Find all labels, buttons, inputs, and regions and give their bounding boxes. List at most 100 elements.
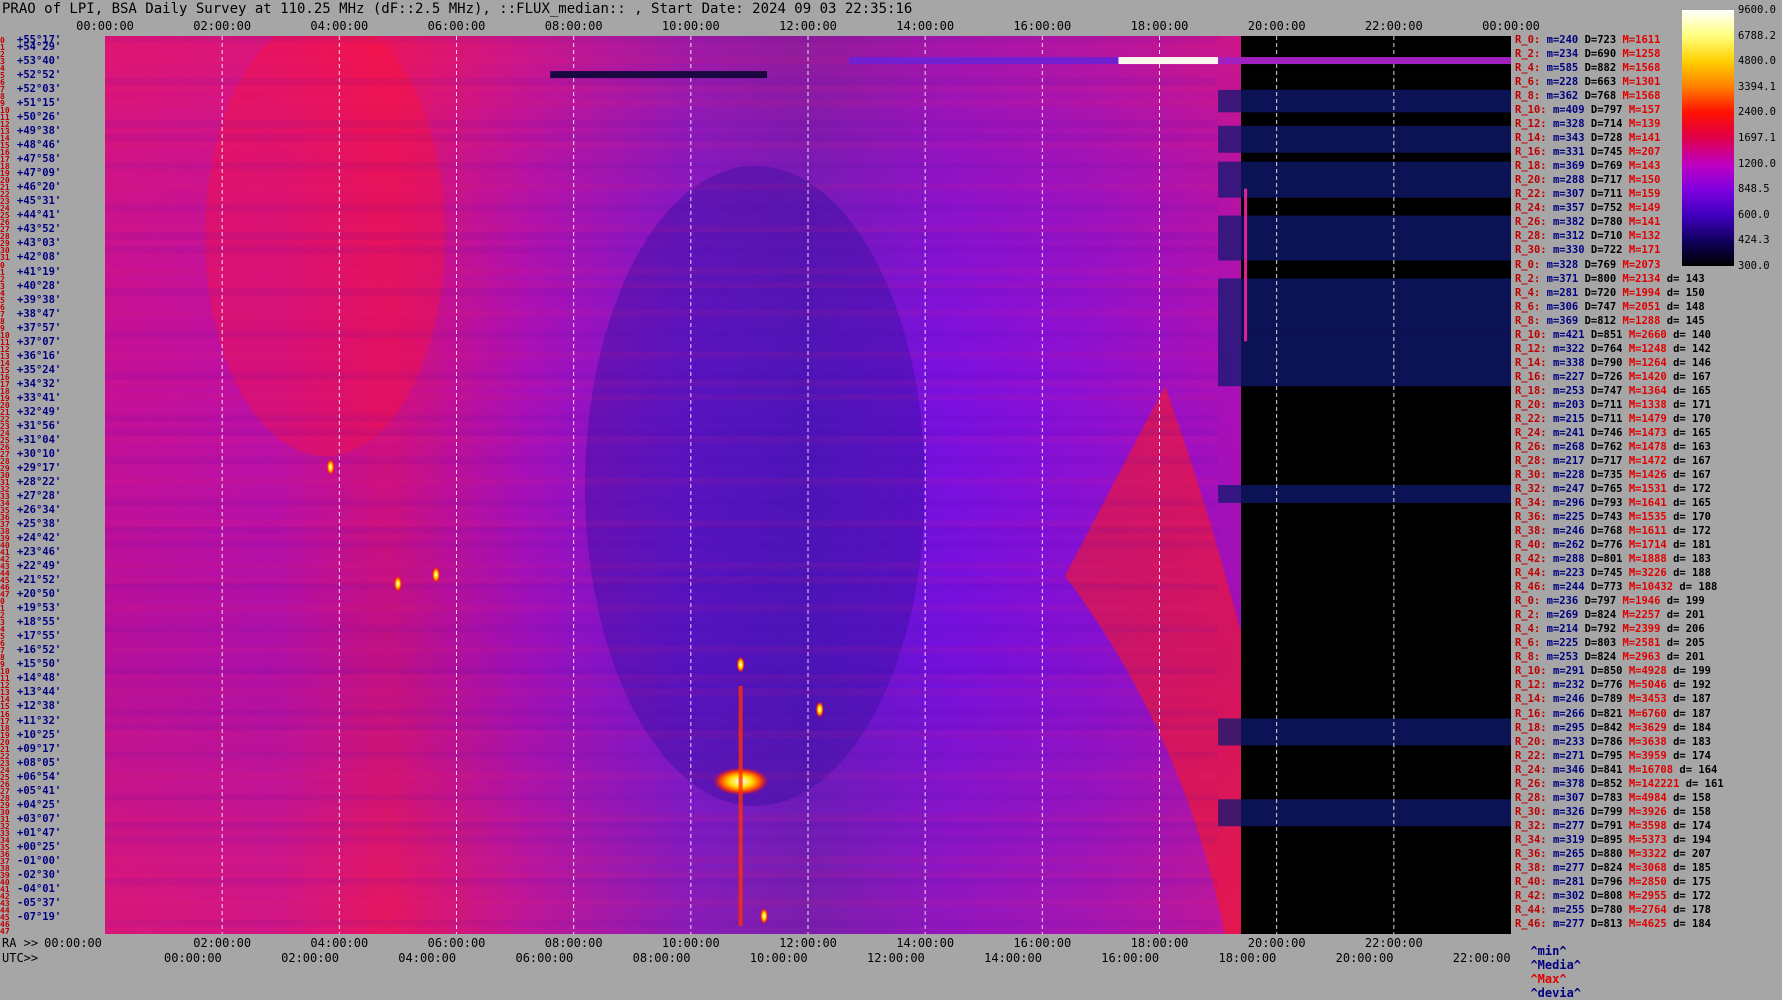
stat-min: m=369 <box>1552 160 1585 173</box>
row-streak <box>105 646 1219 654</box>
point-source <box>736 656 745 673</box>
stat-min: m=306 <box>1546 300 1579 313</box>
row-streak <box>105 379 1219 387</box>
beam-name: R_8: <box>1515 90 1541 103</box>
declination-value: +39°38' <box>17 293 62 306</box>
declination-value: +48°46' <box>17 139 62 152</box>
row-streak <box>105 576 1219 584</box>
declination-value: +24°42' <box>17 532 62 545</box>
stat-median: D=800 <box>1584 272 1617 285</box>
stat-min: m=228 <box>1552 468 1585 481</box>
stat-min: m=225 <box>1552 511 1585 524</box>
stat-median: D=895 <box>1590 833 1623 846</box>
stat-max: M=1473 <box>1628 426 1667 439</box>
top-axis-tick: 16:00:00 <box>1013 19 1072 33</box>
stat-median: D=797 <box>1590 104 1623 117</box>
stat-max: M=4625 <box>1628 917 1667 930</box>
stat-median: D=783 <box>1590 791 1623 804</box>
beam-name: R_16: <box>1515 707 1547 720</box>
row-streak <box>105 134 1219 142</box>
stat-deviation: d= 183 <box>1673 553 1712 566</box>
legend-dev: ^devia^ <box>1530 986 1582 1000</box>
beam-stat-row: R_14: m=246 D=789 M=3453 d= 187 <box>1515 692 1711 706</box>
declination-value: +01°47' <box>17 826 62 839</box>
gap-band <box>1218 799 1511 827</box>
row-streak <box>105 204 1219 212</box>
beam-stat-row: R_30: m=228 D=735 M=1426 d= 167 <box>1515 468 1711 482</box>
beam-name: R_16: <box>1515 370 1547 383</box>
stat-deviation: d= 158 <box>1673 791 1712 804</box>
source-sidelobe <box>738 686 743 926</box>
stat-min: m=277 <box>1552 861 1585 874</box>
stat-median: D=803 <box>1584 637 1617 650</box>
stat-median: D=747 <box>1584 300 1617 313</box>
stat-deviation: d= 194 <box>1673 833 1712 846</box>
beam-stat-row: R_24: m=357 D=752 M=149 <box>1515 201 1667 215</box>
beam-name: R_36: <box>1515 511 1547 524</box>
beam-stat-row: R_16: m=266 D=821 M=6760 d= 187 <box>1515 707 1711 721</box>
declination-value: +54°29' <box>17 41 62 54</box>
row-streak <box>105 162 1219 170</box>
declination-value: +46°20' <box>17 181 62 194</box>
stat-max: M=6760 <box>1628 707 1667 720</box>
colorbar-label: 1697.1 <box>1738 132 1776 144</box>
row-streak <box>105 751 1219 759</box>
declination-value: +00°25' <box>17 840 62 853</box>
declination-value: -07°19' <box>17 910 62 923</box>
ra-axis-prefix: RA >> <box>2 936 39 950</box>
stat-max: M=2399 <box>1622 623 1661 636</box>
row-streak <box>105 562 1219 570</box>
row-streak <box>105 428 1219 436</box>
stat-min: m=246 <box>1552 693 1585 706</box>
stat-median: D=842 <box>1590 721 1623 734</box>
beam-name: R_0: <box>1515 34 1541 46</box>
beam-stat-row: R_38: m=246 D=768 M=1611 d= 172 <box>1515 524 1711 538</box>
stat-median: D=768 <box>1590 525 1623 538</box>
beam-name: R_4: <box>1515 62 1541 75</box>
row-streak <box>105 730 1219 738</box>
stat-min: m=378 <box>1552 777 1585 790</box>
stat-min: m=328 <box>1546 258 1579 271</box>
beam-stat-row: R_12: m=328 D=714 M=139 <box>1515 117 1667 131</box>
stat-deviation: d= 199 <box>1673 665 1712 678</box>
colorbar-gradient <box>1682 10 1734 266</box>
declination-value: +16°52' <box>17 644 62 657</box>
beam-stat-row: R_4: m=585 D=882 M=1568 <box>1515 61 1667 75</box>
declination-value: +15°50' <box>17 658 62 671</box>
beam-name: R_38: <box>1515 525 1547 538</box>
stat-median: D=776 <box>1590 679 1623 692</box>
stat-deviation: d= 192 <box>1673 679 1712 692</box>
stat-deviation: d= 158 <box>1673 805 1712 818</box>
declination-labels: 0 +55°17' 1 +54°29' 2 3 +53°40' 4 5 +52°52' 6 7 +52°… <box>0 34 104 936</box>
beam-stat-row: R_42: m=302 D=808 M=2955 d= 172 <box>1515 889 1711 903</box>
declination-value: +32°49' <box>17 405 62 418</box>
beam-stat-row: R_26: m=382 D=780 M=141 <box>1515 215 1667 229</box>
stat-median: D=711 <box>1590 412 1623 425</box>
declination-value: +52°52' <box>17 69 62 82</box>
stat-deviation: d= 206 <box>1666 623 1705 636</box>
stat-max: M=1264 <box>1628 356 1667 369</box>
ra-axis-tick: 20:00:00 <box>1247 936 1306 950</box>
stat-median: D=793 <box>1590 497 1623 510</box>
stat-deviation: d= 207 <box>1673 847 1712 860</box>
utc-axis-tick: 10:00:00 <box>749 951 808 965</box>
beam-name: R_20: <box>1515 735 1547 748</box>
beam-stat-row: R_28: m=312 D=710 M=132 <box>1515 229 1667 243</box>
beam-name: R_30: <box>1515 244 1547 257</box>
stat-median: D=801 <box>1590 553 1623 566</box>
colorbar-label: 1200.0 <box>1738 157 1776 170</box>
beam-name: R_28: <box>1515 791 1547 804</box>
ra-axis-tick: 08:00:00 <box>544 936 603 950</box>
beam-stat-row: R_10: m=421 D=851 M=2660 d= 140 <box>1515 328 1711 342</box>
top-axis-tick: 02:00:00 <box>193 19 252 33</box>
beam-name: R_22: <box>1515 412 1547 425</box>
stat-max: M=1479 <box>1628 412 1667 425</box>
beam-name: R_22: <box>1515 749 1547 762</box>
beam-name: R_26: <box>1515 777 1547 790</box>
beam-stat-row: R_0: m=328 D=769 M=2073 <box>1515 258 1667 272</box>
row-streak <box>105 281 1219 289</box>
stat-min: m=266 <box>1552 707 1585 720</box>
stat-median: D=791 <box>1590 819 1623 832</box>
interference-bright <box>1118 57 1219 65</box>
stat-median: D=747 <box>1590 384 1623 397</box>
